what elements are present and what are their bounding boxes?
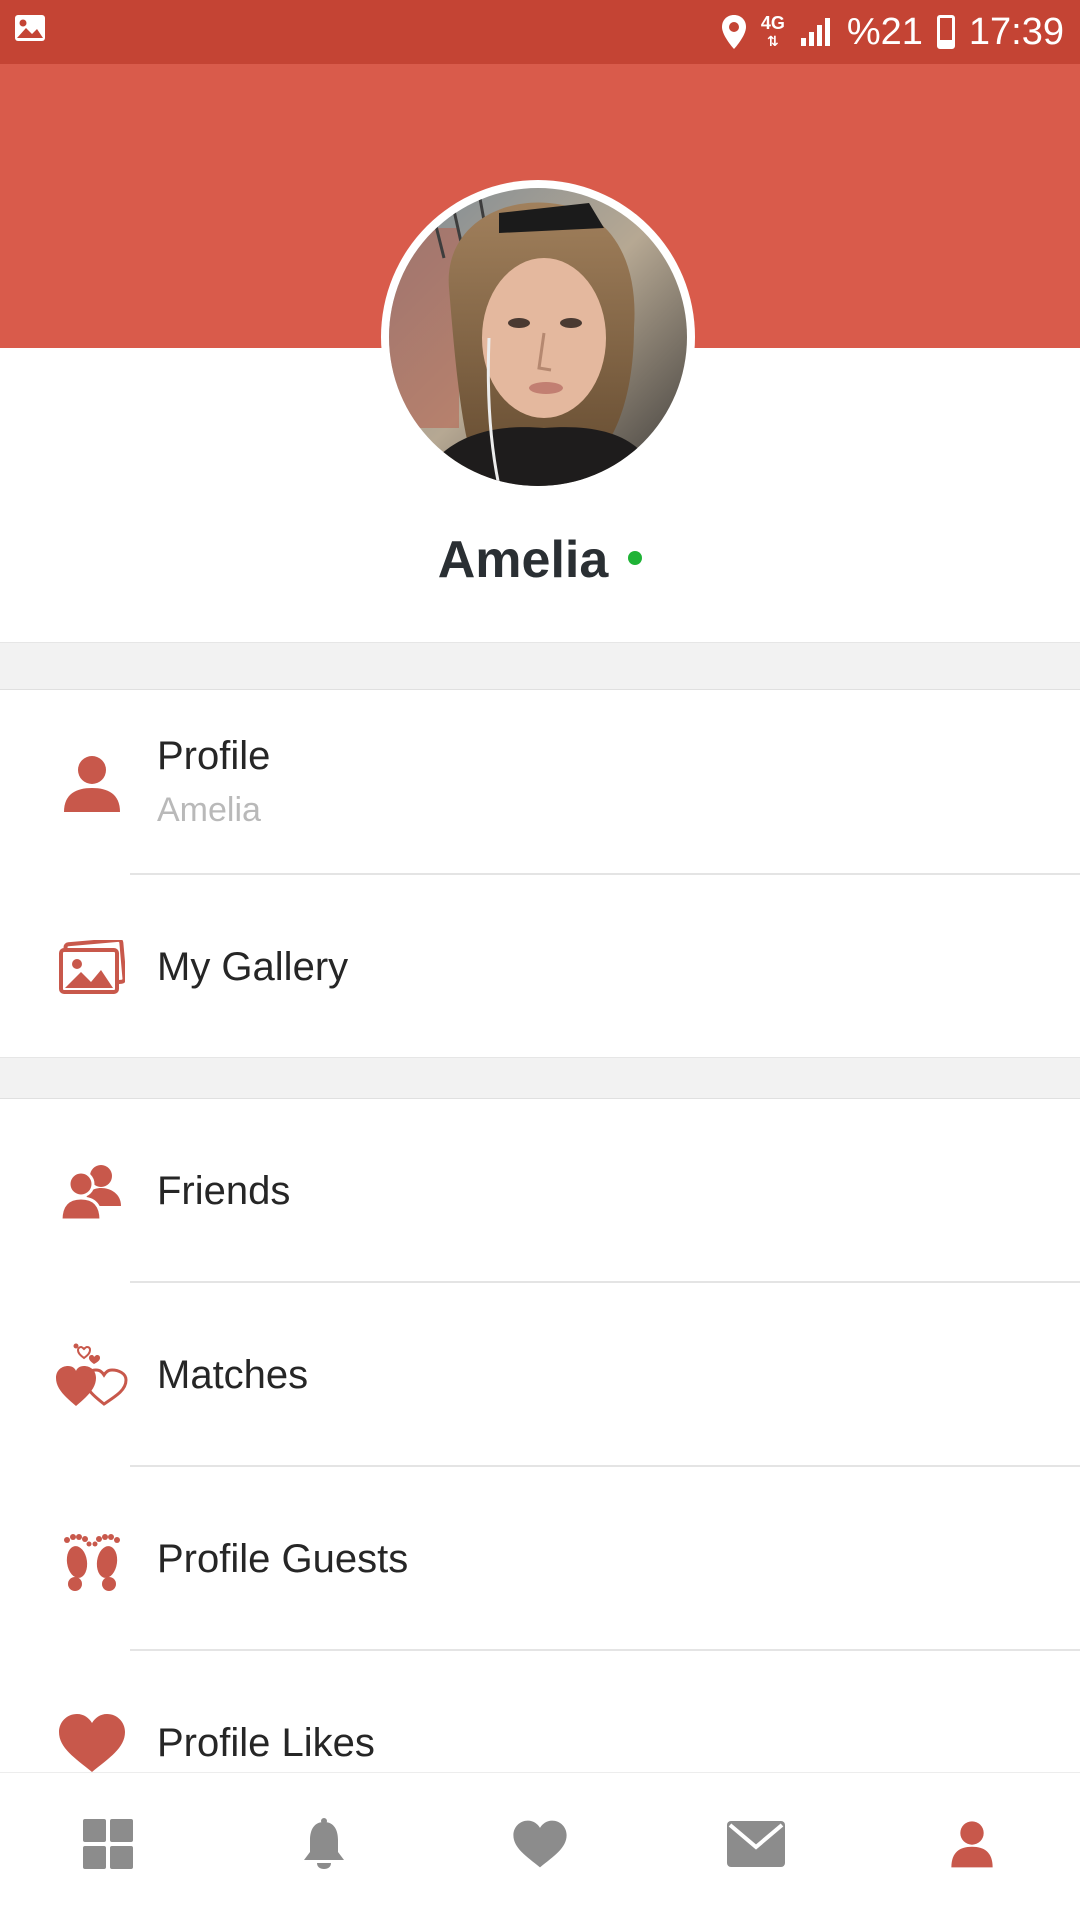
menu-item-label: Profile Guests <box>157 1536 409 1581</box>
profile-name: Amelia <box>437 531 609 589</box>
menu-item-label: My Gallery <box>157 944 349 989</box>
menu-item-label: Matches <box>157 1352 309 1397</box>
network-4g-icon: 4G ⇅ <box>760 13 785 49</box>
menu-item-friends[interactable]: Friends <box>0 1099 1080 1283</box>
friends-icon <box>50 1149 134 1233</box>
footprints-icon <box>50 1517 134 1601</box>
heart-icon <box>511 1819 569 1874</box>
tab-messages[interactable] <box>648 1773 864 1920</box>
menu-item-label: Profile <box>157 734 271 778</box>
tab-profile[interactable] <box>864 1773 1080 1920</box>
person-icon <box>950 1819 994 1874</box>
menu-item-sublabel: Amelia <box>157 791 261 829</box>
bell-icon <box>302 1818 346 1875</box>
mail-icon <box>727 1821 785 1872</box>
section-separator <box>0 642 1080 690</box>
person-icon <box>50 740 134 824</box>
menu-item-profile[interactable]: Profile Amelia <box>0 690 1080 874</box>
grid-icon <box>83 1819 133 1874</box>
status-bar: 4G ⇅ %21 17:39 <box>0 0 1080 64</box>
matches-hearts-icon <box>50 1333 134 1417</box>
section-separator <box>0 1057 1080 1099</box>
gallery-icon <box>50 925 134 1009</box>
menu-item-label: Profile Likes <box>157 1720 375 1765</box>
bottom-navigation <box>0 1772 1080 1920</box>
tab-likes[interactable] <box>432 1773 648 1920</box>
image-icon <box>14 14 46 46</box>
tab-home[interactable] <box>0 1773 216 1920</box>
signal-icon <box>799 16 833 48</box>
location-icon <box>721 14 747 50</box>
avatar[interactable] <box>381 180 695 494</box>
online-status-dot <box>628 551 643 565</box>
battery-icon <box>936 15 955 49</box>
tab-notifications[interactable] <box>216 1773 432 1920</box>
battery-percent: %21 <box>846 10 923 53</box>
menu-item-my-gallery[interactable]: My Gallery <box>0 875 1080 1059</box>
menu-item-label: Friends <box>157 1168 291 1213</box>
clock: 17:39 <box>968 10 1064 53</box>
menu-item-profile-guests[interactable]: Profile Guests <box>0 1467 1080 1651</box>
menu-item-matches[interactable]: Matches <box>0 1283 1080 1467</box>
avatar-photo <box>389 188 687 486</box>
profile-name-row: Amelia <box>0 520 1080 600</box>
